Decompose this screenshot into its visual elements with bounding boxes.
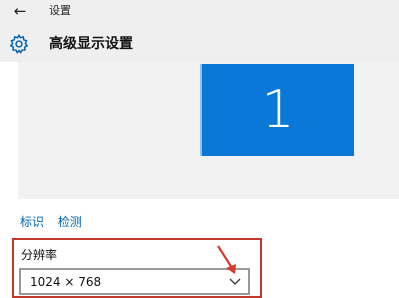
page-header: 高级显示设置 — [0, 22, 399, 62]
title-bar: ← 设置 — [0, 0, 399, 22]
display-preview-area: 1 — [18, 62, 399, 199]
resolution-value: 1024 × 768 — [30, 275, 102, 289]
back-arrow-icon: ← — [13, 2, 27, 20]
page-title: 高级显示设置 — [49, 36, 133, 52]
resolution-label: 分辨率 — [21, 248, 58, 262]
identify-link[interactable]: 标识 — [20, 215, 44, 229]
back-button[interactable]: ← — [10, 2, 30, 20]
display-links: 标识 检测 — [20, 213, 92, 230]
red-arrow-icon — [217, 245, 236, 274]
detect-link[interactable]: 检测 — [58, 215, 82, 229]
monitor-1-tile[interactable]: 1 — [200, 64, 354, 156]
gear-icon — [9, 33, 29, 54]
app-title: 设置 — [49, 4, 71, 17]
